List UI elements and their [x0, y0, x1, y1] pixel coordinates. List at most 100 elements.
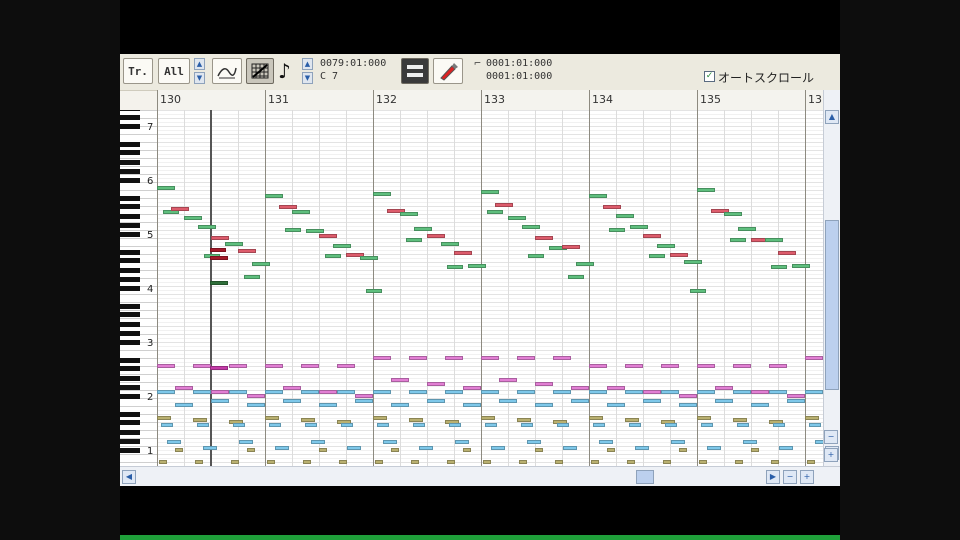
midi-note[interactable]: [325, 254, 341, 258]
midi-note[interactable]: [593, 423, 605, 427]
midi-note[interactable]: [481, 356, 499, 360]
midi-note[interactable]: [807, 460, 815, 464]
midi-note[interactable]: [792, 264, 810, 268]
black-key[interactable]: [120, 160, 140, 165]
midi-note[interactable]: [409, 390, 427, 394]
midi-note[interactable]: [527, 440, 541, 444]
vertical-scroll-thumb[interactable]: [825, 220, 839, 390]
midi-note[interactable]: [616, 214, 634, 218]
midi-note[interactable]: [233, 423, 245, 427]
midi-note[interactable]: [607, 403, 625, 407]
midi-note[interactable]: [211, 399, 229, 403]
midi-note[interactable]: [441, 242, 459, 246]
bar-ruler[interactable]: 130 131 132 133 134 135 13: [157, 90, 823, 111]
midi-note[interactable]: [517, 356, 535, 360]
midi-note[interactable]: [375, 460, 383, 464]
midi-note[interactable]: [247, 448, 255, 452]
midi-note[interactable]: [391, 448, 399, 452]
midi-note[interactable]: [643, 390, 661, 394]
midi-note[interactable]: [724, 212, 742, 216]
midi-note[interactable]: [210, 248, 226, 252]
midi-note[interactable]: [319, 234, 337, 238]
track-spin[interactable]: ▲ ▼: [194, 58, 205, 84]
midi-note[interactable]: [303, 460, 311, 464]
midi-note[interactable]: [491, 446, 505, 450]
black-key[interactable]: [120, 214, 140, 219]
midi-note[interactable]: [252, 262, 270, 266]
midi-note[interactable]: [195, 460, 203, 464]
midi-note[interactable]: [589, 416, 603, 420]
midi-note[interactable]: [445, 356, 463, 360]
midi-note[interactable]: [198, 225, 216, 229]
midi-note[interactable]: [743, 440, 757, 444]
midi-note[interactable]: [609, 228, 625, 232]
midi-note[interactable]: [409, 356, 427, 360]
midi-note[interactable]: [671, 440, 685, 444]
midi-note[interactable]: [360, 256, 378, 260]
midi-note[interactable]: [265, 194, 283, 198]
midi-note[interactable]: [413, 423, 425, 427]
midi-note[interactable]: [809, 423, 821, 427]
midi-note[interactable]: [383, 440, 397, 444]
tool-grid-button[interactable]: [246, 58, 274, 84]
black-key[interactable]: [120, 150, 140, 155]
midi-note[interactable]: [267, 460, 275, 464]
midi-note[interactable]: [319, 448, 327, 452]
midi-note[interactable]: [607, 448, 615, 452]
midi-note[interactable]: [157, 416, 171, 420]
midi-note[interactable]: [449, 423, 461, 427]
midi-note[interactable]: [625, 418, 639, 422]
midi-note[interactable]: [737, 423, 749, 427]
midi-note[interactable]: [157, 364, 175, 368]
midi-note[interactable]: [697, 364, 715, 368]
midi-note[interactable]: [481, 190, 499, 194]
black-key[interactable]: [120, 430, 140, 435]
midi-note[interactable]: [400, 212, 418, 216]
midi-note[interactable]: [599, 440, 613, 444]
midi-note[interactable]: [231, 460, 239, 464]
view-mode-button[interactable]: [401, 58, 429, 84]
midi-note[interactable]: [175, 386, 193, 390]
midi-note[interactable]: [563, 446, 577, 450]
midi-note[interactable]: [635, 446, 649, 450]
midi-note[interactable]: [193, 364, 211, 368]
midi-note[interactable]: [591, 460, 599, 464]
midi-note[interactable]: [247, 403, 265, 407]
black-key[interactable]: [120, 448, 140, 453]
midi-note[interactable]: [625, 390, 643, 394]
midi-note[interactable]: [373, 390, 391, 394]
note-grid[interactable]: [157, 110, 823, 466]
midi-note[interactable]: [283, 386, 301, 390]
midi-note[interactable]: [535, 236, 553, 240]
black-key[interactable]: [120, 178, 140, 183]
midi-note[interactable]: [697, 416, 711, 420]
midi-note[interactable]: [269, 423, 281, 427]
midi-note[interactable]: [519, 460, 527, 464]
midi-note[interactable]: [305, 423, 317, 427]
black-key[interactable]: [120, 412, 140, 417]
midi-note[interactable]: [690, 289, 706, 293]
midi-note[interactable]: [225, 242, 243, 246]
midi-note[interactable]: [355, 399, 373, 403]
black-key[interactable]: [120, 124, 140, 129]
midi-note[interactable]: [535, 403, 553, 407]
black-key[interactable]: [120, 331, 140, 336]
midi-note[interactable]: [373, 356, 391, 360]
midi-note[interactable]: [455, 440, 469, 444]
midi-note[interactable]: [571, 386, 589, 390]
black-key[interactable]: [120, 304, 140, 309]
midi-note[interactable]: [193, 418, 207, 422]
midi-note[interactable]: [528, 254, 544, 258]
midi-note[interactable]: [769, 364, 787, 368]
black-key[interactable]: [120, 340, 140, 345]
midi-note[interactable]: [157, 390, 175, 394]
midi-note[interactable]: [409, 418, 423, 422]
midi-note[interactable]: [738, 227, 756, 231]
midi-note[interactable]: [391, 378, 409, 382]
midi-note[interactable]: [751, 448, 759, 452]
midi-note[interactable]: [663, 460, 671, 464]
black-key[interactable]: [120, 376, 140, 381]
zoom-out-vertical-button[interactable]: −: [824, 430, 838, 444]
midi-note[interactable]: [427, 399, 445, 403]
midi-note[interactable]: [670, 253, 688, 257]
